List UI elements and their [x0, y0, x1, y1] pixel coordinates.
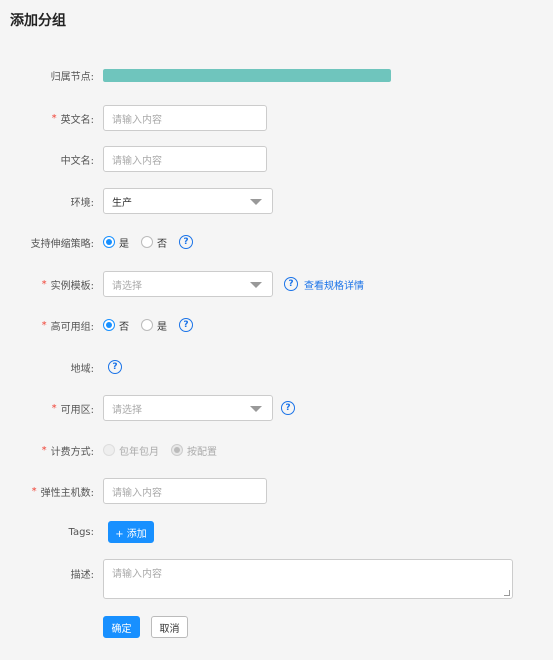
- template-placeholder: 请选择: [112, 280, 142, 292]
- ha-radio-no[interactable]: [103, 319, 115, 331]
- scaling-label: 支持伸缩策略:: [30, 238, 94, 250]
- form-row-billing: * 计费方式: 包年包月 按配置: [0, 437, 553, 463]
- form-row-region: 地域: ?: [0, 354, 553, 380]
- add-tag-button[interactable]: + 添加: [108, 521, 154, 543]
- form-row-scaling: 支持伸缩策略: 是 否 ?: [0, 229, 553, 255]
- en-name-input[interactable]: 请输入内容: [103, 105, 267, 131]
- cancel-button[interactable]: 取消: [151, 616, 188, 638]
- question-circle-icon[interactable]: ?: [179, 318, 193, 332]
- question-circle-icon[interactable]: ?: [284, 277, 298, 291]
- view-spec-link[interactable]: 查看规格详情: [304, 277, 364, 292]
- confirm-button[interactable]: 确定: [103, 616, 140, 638]
- hosts-label: * 弹性主机数:: [31, 485, 94, 499]
- scaling-option-yes[interactable]: 是: [103, 235, 129, 250]
- form-row-env: 环境: 生产: [0, 188, 553, 214]
- desc-placeholder: 请输入内容: [112, 569, 162, 580]
- scaling-radio-yes[interactable]: [103, 236, 115, 248]
- scaling-radio-no[interactable]: [141, 236, 153, 248]
- ha-option-yes[interactable]: 是: [141, 318, 167, 333]
- zone-select[interactable]: 请选择: [103, 395, 273, 421]
- template-select[interactable]: 请选择: [103, 271, 273, 297]
- resize-handle-icon[interactable]: [504, 590, 510, 596]
- page-title: 添加分组: [10, 13, 66, 29]
- question-circle-icon[interactable]: ?: [108, 360, 122, 374]
- region-label: 地域:: [70, 363, 94, 375]
- cn-name-input[interactable]: 请输入内容: [103, 146, 267, 172]
- billing-option-config[interactable]: 按配置: [171, 443, 217, 458]
- form-row-template: * 实例模板: 请选择 ? 查看规格详情: [0, 271, 553, 297]
- form-row-ha: * 高可用组: 否 是 ?: [0, 312, 553, 338]
- chevron-down-icon: [250, 199, 262, 205]
- ha-option-no[interactable]: 否: [103, 318, 129, 333]
- form-row-hosts: * 弹性主机数: 请输入内容: [0, 478, 553, 504]
- ha-radio-yes[interactable]: [141, 319, 153, 331]
- cn-name-label: 中文名:: [60, 155, 94, 167]
- node-label: 归属节点:: [50, 71, 94, 83]
- zone-placeholder: 请选择: [112, 404, 142, 416]
- question-circle-icon[interactable]: ?: [179, 235, 193, 249]
- chevron-down-icon: [250, 406, 262, 412]
- scaling-option-no[interactable]: 否: [141, 235, 167, 250]
- env-label: 环境:: [70, 197, 94, 209]
- billing-option-monthly[interactable]: 包年包月: [103, 443, 159, 458]
- tags-label: Tags:: [68, 526, 94, 538]
- hosts-input[interactable]: 请输入内容: [103, 478, 267, 504]
- desc-label: 描述:: [70, 569, 94, 581]
- form-row-en-name: * 英文名: 请输入内容: [0, 105, 553, 131]
- desc-textarea[interactable]: 请输入内容: [103, 559, 513, 599]
- billing-radio-config[interactable]: [171, 444, 183, 456]
- node-progress-bar: [103, 69, 391, 82]
- env-select[interactable]: 生产: [103, 188, 273, 214]
- template-label: * 实例模板:: [41, 278, 94, 292]
- question-circle-icon[interactable]: ?: [281, 401, 295, 415]
- zone-label: * 可用区:: [51, 402, 94, 416]
- form-row-cn-name: 中文名: 请输入内容: [0, 146, 553, 172]
- form-actions: 确定 取消: [0, 614, 553, 640]
- form-row-zone: * 可用区: 请选择 ?: [0, 395, 553, 421]
- chevron-down-icon: [250, 282, 262, 288]
- en-name-label: * 英文名:: [51, 112, 94, 126]
- node-progress-fill: [103, 69, 391, 82]
- form-row-tags: Tags: + 添加: [0, 519, 553, 545]
- env-select-value: 生产: [112, 197, 132, 209]
- billing-radio-monthly[interactable]: [103, 444, 115, 456]
- billing-label: * 计费方式:: [41, 444, 94, 458]
- ha-label: * 高可用组:: [41, 319, 94, 333]
